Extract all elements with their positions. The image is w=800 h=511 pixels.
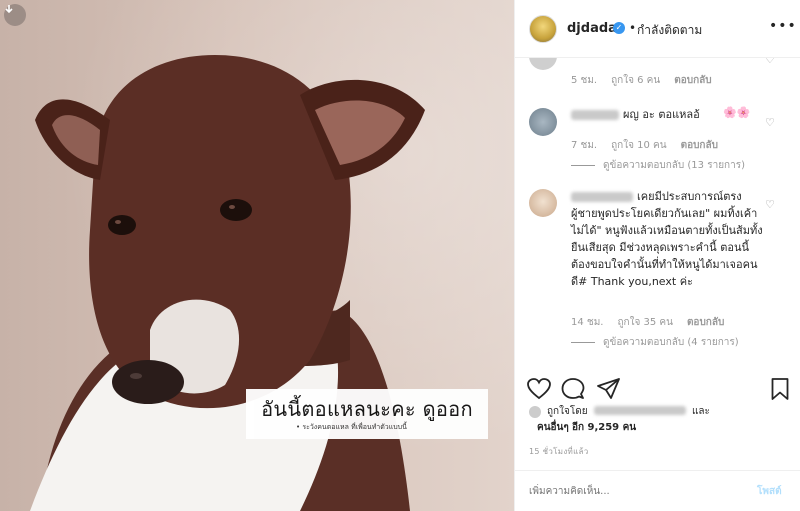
commenter-name-blurred[interactable] <box>571 110 619 120</box>
heart-icon[interactable] <box>527 378 551 404</box>
comment-text: เคยมีประสบการณ์ตรง ผู้ชายพูดประโยคเดียวก… <box>571 190 763 288</box>
heart-icon[interactable]: ♡ <box>765 116 775 129</box>
divider <box>571 165 595 166</box>
divider <box>571 342 595 343</box>
comment-time[interactable]: 5 ชม. <box>571 73 597 88</box>
verified-badge-icon: ✓ <box>613 22 625 34</box>
likes-count-line[interactable]: คนอื่นๆ อีก 9,259 คน <box>537 420 636 435</box>
liker-name-blurred[interactable] <box>593 406 686 415</box>
flower-emoji-icon: 🌸🌸 <box>723 106 751 119</box>
comment-likes[interactable]: ถูกใจ 6 คน <box>611 73 660 88</box>
meme-caption-text: อันนี้ตอแหลนะคะ ดูออก <box>261 397 473 421</box>
comment-meta: 5 ชม. ถูกใจ 6 คน ตอบกลับ <box>571 73 712 88</box>
liked-by-line: ถูกใจโดย และ <box>547 404 710 419</box>
bookmark-icon[interactable] <box>771 378 789 404</box>
liked-by-label: ถูกใจโดย <box>547 406 588 417</box>
view-replies-link[interactable]: ดูข้อความตอบกลับ (13 รายการ) <box>571 158 745 173</box>
comment-time[interactable]: 14 ชม. <box>571 315 603 330</box>
heart-icon[interactable]: ♡ <box>765 58 775 66</box>
comment-likes[interactable]: ถูกใจ 35 คน <box>617 315 672 330</box>
comments-list: 5 ชม. ถูกใจ 6 คน ตอบกลับ ♡ ผญ อะ ตอแหลอ้… <box>515 58 800 376</box>
comment-text: ผญ อะ ตอแหลอ้ <box>623 108 700 121</box>
comment-input[interactable] <box>529 483 729 499</box>
view-replies-label[interactable]: ดูข้อความตอบกลับ (13 รายการ) <box>603 158 745 173</box>
meme-caption-subtext: • ระวังคนตอแหล ที่เพื่อนทำตัวแบบนี้ <box>296 423 407 431</box>
comment-icon[interactable] <box>561 378 585 404</box>
comment-meta: 14 ชม. ถูกใจ 35 คน ตอบกลับ <box>571 315 724 330</box>
avatar[interactable] <box>529 108 557 136</box>
more-horizontal-icon[interactable]: ••• <box>769 18 797 34</box>
comment-likes[interactable]: ถูกใจ 10 คน <box>611 138 666 153</box>
avatar[interactable] <box>529 15 557 43</box>
post-photo: อันนี้ตอแหลนะคะ ดูออก • ระวังคนตอแหล ที่… <box>0 0 514 511</box>
separator: • <box>629 21 637 35</box>
chevron-down-icon[interactable] <box>4 4 26 26</box>
view-replies-link[interactable]: ดูข้อความตอบกลับ (4 รายการ) <box>571 335 739 350</box>
post-header: djdada ✓ • กำลังติดตาม ••• <box>515 0 800 58</box>
and-label: และ <box>691 406 710 417</box>
username-link[interactable]: djdada <box>567 21 617 36</box>
reply-button[interactable]: ตอบกลับ <box>674 73 711 88</box>
post-actions <box>515 376 800 406</box>
post-button[interactable]: โพสต์ <box>757 484 782 499</box>
share-icon[interactable] <box>597 378 621 404</box>
avatar[interactable] <box>529 406 541 418</box>
post-side-panel: djdada ✓ • กำลังติดตาม ••• 5 ชม. ถูกใจ 6… <box>514 0 800 511</box>
reply-button[interactable]: ตอบกลับ <box>681 138 718 153</box>
likes-count[interactable]: อีก 9,259 คน <box>572 422 636 433</box>
reply-button[interactable]: ตอบกลับ <box>687 315 724 330</box>
view-replies-label[interactable]: ดูข้อความตอบกลับ (4 รายการ) <box>603 335 739 350</box>
avatar[interactable] <box>529 189 557 217</box>
avatar[interactable] <box>529 58 557 70</box>
add-comment-bar: โพสต์ <box>515 470 800 511</box>
likes-summary: ถูกใจโดย และ คนอื่นๆ อีก 9,259 คน <box>529 404 791 436</box>
following-button[interactable]: กำลังติดตาม <box>637 21 702 40</box>
others-label[interactable]: คนอื่นๆ <box>537 422 569 433</box>
meme-caption: อันนี้ตอแหลนะคะ ดูออก • ระวังคนตอแหล ที่… <box>246 389 488 439</box>
comment-time[interactable]: 7 ชม. <box>571 138 597 153</box>
comment-meta: 7 ชม. ถูกใจ 10 คน ตอบกลับ <box>571 138 718 153</box>
post-timestamp[interactable]: 15 ชั่วโมงที่แล้ว <box>529 445 589 458</box>
heart-icon[interactable]: ♡ <box>765 198 775 211</box>
